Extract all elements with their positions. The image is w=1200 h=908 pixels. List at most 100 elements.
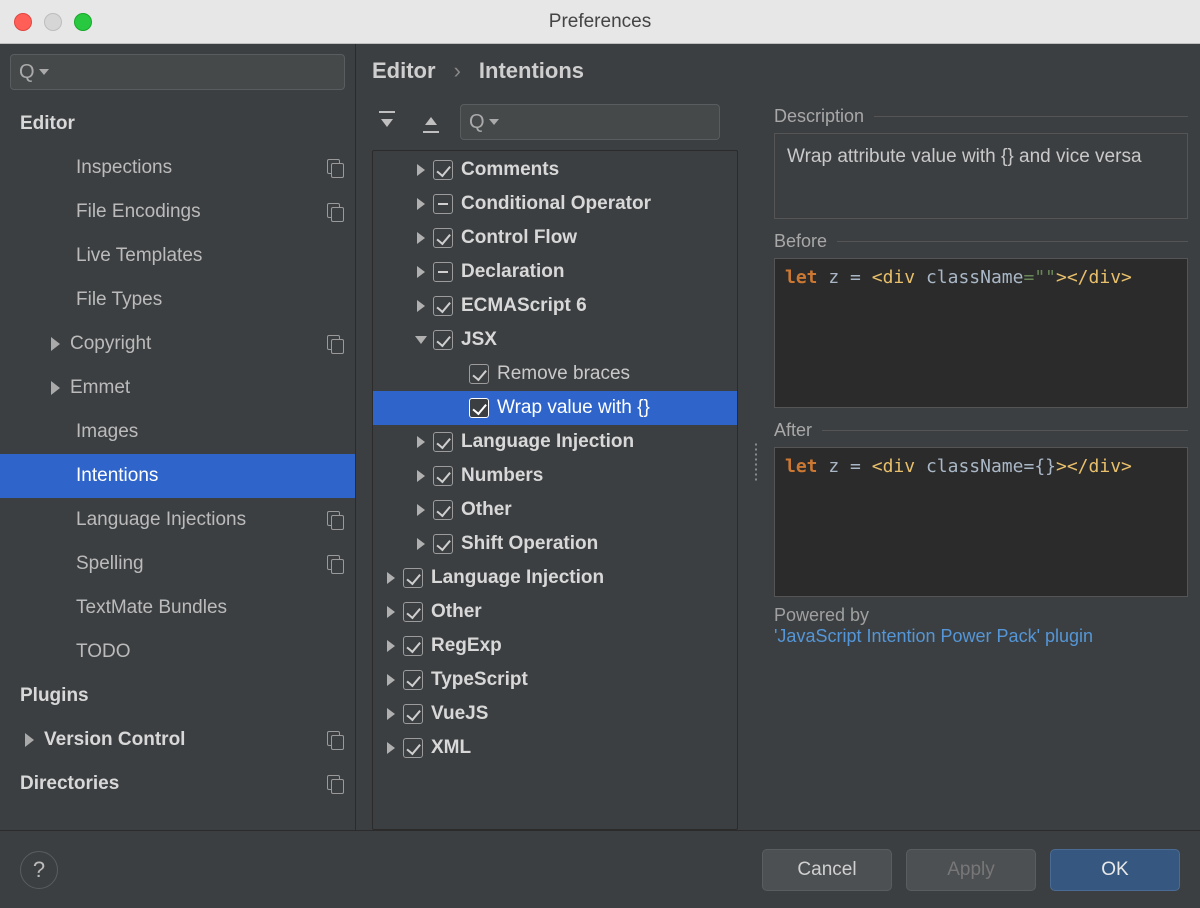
ok-button[interactable]: OK bbox=[1050, 849, 1180, 891]
checkbox[interactable] bbox=[433, 160, 453, 180]
expand-all-icon bbox=[376, 111, 398, 133]
sidebar-item[interactable]: Live Templates bbox=[0, 234, 355, 278]
breadcrumb-root[interactable]: Editor bbox=[372, 58, 436, 84]
sidebar-item-label: Spelling bbox=[76, 553, 144, 575]
intention-row[interactable]: Language Injection bbox=[373, 561, 737, 595]
close-window-button[interactable] bbox=[14, 13, 32, 31]
scope-icon bbox=[327, 731, 345, 749]
chevron-right-icon bbox=[411, 300, 431, 312]
sidebar-item[interactable]: Inspections bbox=[0, 146, 355, 190]
intention-label: Shift Operation bbox=[461, 533, 598, 555]
minimize-window-button[interactable] bbox=[44, 13, 62, 31]
scope-icon bbox=[327, 511, 345, 529]
sidebar-item-label: Emmet bbox=[70, 377, 130, 399]
expand-all-button[interactable] bbox=[372, 107, 402, 137]
checkbox[interactable] bbox=[403, 568, 423, 588]
checkbox[interactable] bbox=[433, 262, 453, 282]
checkbox[interactable] bbox=[403, 670, 423, 690]
intention-row[interactable]: Control Flow bbox=[373, 221, 737, 255]
sidebar-item[interactable]: TODO bbox=[0, 630, 355, 674]
scope-icon bbox=[327, 159, 345, 177]
sidebar-item[interactable]: Directories bbox=[0, 762, 355, 806]
checkbox[interactable] bbox=[403, 602, 423, 622]
intention-row[interactable]: Other bbox=[373, 493, 737, 527]
sidebar-item[interactable]: Spelling bbox=[0, 542, 355, 586]
chevron-right-icon bbox=[381, 674, 401, 686]
sidebar-item[interactable]: Copyright bbox=[0, 322, 355, 366]
intention-row[interactable]: ECMAScript 6 bbox=[373, 289, 737, 323]
intention-row[interactable]: Other bbox=[373, 595, 737, 629]
intention-row[interactable]: Wrap value with {} bbox=[373, 391, 737, 425]
intention-row[interactable]: Shift Operation bbox=[373, 527, 737, 561]
sidebar-item[interactable]: Intentions bbox=[0, 454, 355, 498]
checkbox[interactable] bbox=[469, 398, 489, 418]
sidebar-item[interactable]: File Types bbox=[0, 278, 355, 322]
intention-row[interactable]: Comments bbox=[373, 153, 737, 187]
sidebar-item-label: Plugins bbox=[20, 685, 89, 707]
checkbox[interactable] bbox=[433, 330, 453, 350]
sidebar-item[interactable]: Emmet bbox=[0, 366, 355, 410]
checkbox[interactable] bbox=[433, 500, 453, 520]
checkbox[interactable] bbox=[433, 296, 453, 316]
intention-row[interactable]: Remove braces bbox=[373, 357, 737, 391]
intention-row[interactable]: XML bbox=[373, 731, 737, 765]
chevron-right-icon bbox=[411, 232, 431, 244]
intention-row[interactable]: Conditional Operator bbox=[373, 187, 737, 221]
chevron-right-icon bbox=[381, 640, 401, 652]
chevron-right-icon bbox=[381, 708, 401, 720]
sidebar-search-input[interactable]: Q bbox=[10, 54, 345, 90]
intention-row[interactable]: Language Injection bbox=[373, 425, 737, 459]
intentions-search-input[interactable]: Q bbox=[460, 104, 720, 140]
sidebar-item[interactable]: Language Injections bbox=[0, 498, 355, 542]
intentions-tree: Comments Conditional Operator Control Flow… bbox=[372, 150, 738, 830]
sidebar-item-label: Inspections bbox=[76, 157, 172, 179]
checkbox[interactable] bbox=[403, 636, 423, 656]
checkbox[interactable] bbox=[433, 194, 453, 214]
intention-row[interactable]: RegExp bbox=[373, 629, 737, 663]
apply-button[interactable]: Apply bbox=[906, 849, 1036, 891]
scope-icon bbox=[327, 775, 345, 793]
search-icon: Q bbox=[19, 61, 35, 84]
intention-row[interactable]: VueJS bbox=[373, 697, 737, 731]
sidebar-item[interactable]: Version Control bbox=[0, 718, 355, 762]
checkbox[interactable] bbox=[433, 466, 453, 486]
checkbox[interactable] bbox=[433, 432, 453, 452]
checkbox[interactable] bbox=[403, 738, 423, 758]
help-button[interactable]: ? bbox=[20, 851, 58, 889]
checkbox[interactable] bbox=[433, 534, 453, 554]
chevron-right-icon bbox=[20, 733, 38, 747]
intention-row[interactable]: TypeScript bbox=[373, 663, 737, 697]
intention-row[interactable]: JSX bbox=[373, 323, 737, 357]
sidebar-item[interactable]: TextMate Bundles bbox=[0, 586, 355, 630]
intention-row[interactable]: Declaration bbox=[373, 255, 737, 289]
sidebar-item[interactable]: Plugins bbox=[0, 674, 355, 718]
cancel-button[interactable]: Cancel bbox=[762, 849, 892, 891]
sidebar-item-label: Directories bbox=[20, 773, 119, 795]
powered-by-link[interactable]: 'JavaScript Intention Power Pack' plugin bbox=[774, 626, 1093, 646]
intention-label: Conditional Operator bbox=[461, 193, 651, 215]
description-label: Description bbox=[774, 106, 864, 127]
intention-label: Wrap value with {} bbox=[497, 397, 650, 419]
sidebar-item-label: Version Control bbox=[44, 729, 185, 751]
chevron-right-icon bbox=[411, 198, 431, 210]
sidebar-item-label: Intentions bbox=[76, 465, 158, 487]
checkbox[interactable] bbox=[403, 704, 423, 724]
intention-label: XML bbox=[431, 737, 471, 759]
sidebar-item[interactable]: File Encodings bbox=[0, 190, 355, 234]
sidebar-item-label: Images bbox=[76, 421, 138, 443]
zoom-window-button[interactable] bbox=[74, 13, 92, 31]
sidebar-item[interactable]: Editor bbox=[0, 102, 355, 146]
chevron-right-icon bbox=[381, 606, 401, 618]
splitter-handle[interactable] bbox=[752, 94, 760, 830]
description-text: Wrap attribute value with {} and vice ve… bbox=[774, 133, 1188, 219]
checkbox[interactable] bbox=[433, 228, 453, 248]
intention-label: Language Injection bbox=[431, 567, 604, 589]
sidebar-item[interactable]: Images bbox=[0, 410, 355, 454]
chevron-right-icon bbox=[411, 470, 431, 482]
collapse-all-icon bbox=[420, 111, 442, 133]
sidebar-item-label: Language Injections bbox=[76, 509, 246, 531]
chevron-down-icon bbox=[489, 119, 499, 125]
checkbox[interactable] bbox=[469, 364, 489, 384]
intention-row[interactable]: Numbers bbox=[373, 459, 737, 493]
collapse-all-button[interactable] bbox=[416, 107, 446, 137]
